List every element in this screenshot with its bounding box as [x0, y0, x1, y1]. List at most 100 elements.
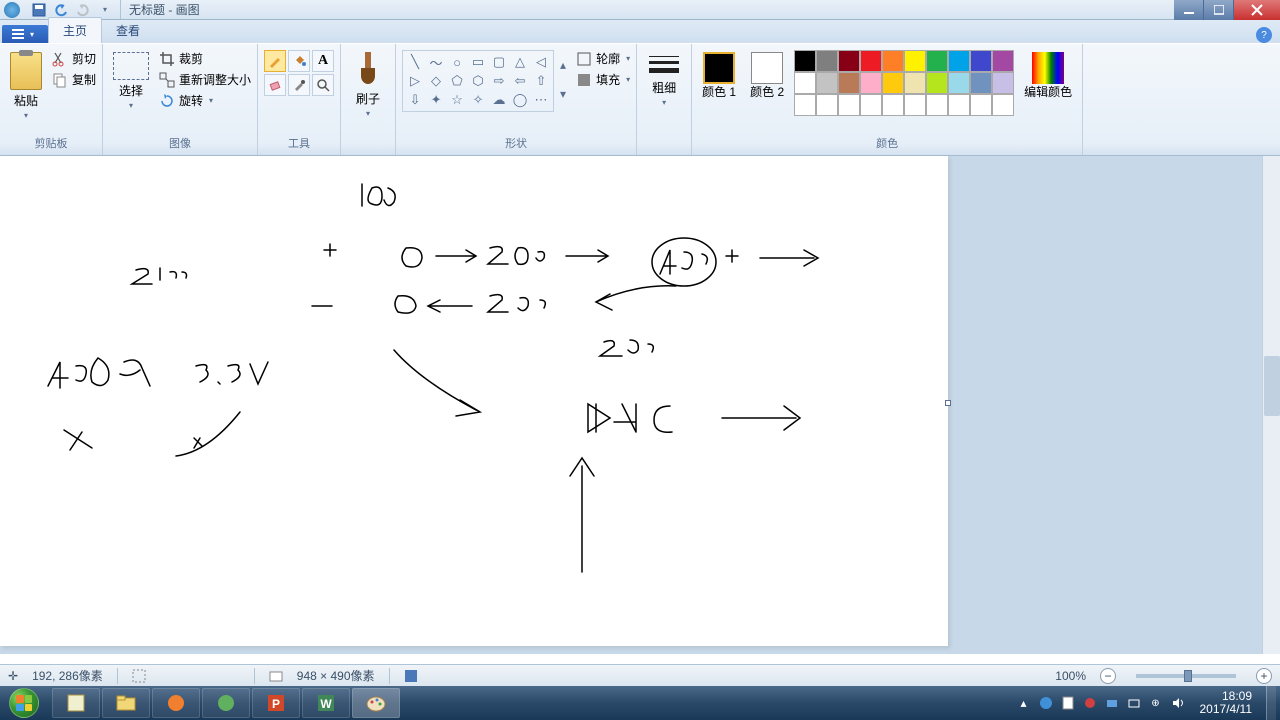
canvas[interactable] — [0, 156, 948, 646]
color-swatch[interactable] — [970, 50, 992, 72]
color-swatch[interactable] — [860, 72, 882, 94]
color-swatch[interactable] — [882, 72, 904, 94]
system-tray: ▴ ⊕ 18:09 2017/4/11 — [1016, 686, 1280, 720]
taskbar-app-explorer[interactable] — [102, 688, 150, 718]
color-swatch[interactable] — [992, 50, 1014, 72]
color-swatch[interactable] — [816, 94, 838, 116]
color-swatch[interactable] — [948, 50, 970, 72]
color-swatch[interactable] — [904, 50, 926, 72]
undo-button[interactable] — [52, 2, 70, 18]
color1-button[interactable]: 颜色 1 — [698, 50, 740, 101]
drawing-content — [0, 156, 948, 646]
crop-button[interactable]: 裁剪 — [159, 50, 251, 67]
color-swatch[interactable] — [904, 72, 926, 94]
taskbar-app-3[interactable] — [152, 688, 200, 718]
color-swatch[interactable] — [794, 72, 816, 94]
color-swatch[interactable] — [838, 94, 860, 116]
eraser-tool[interactable] — [264, 74, 286, 96]
tray-expand-icon[interactable]: ▴ — [1016, 695, 1032, 711]
color-swatch[interactable] — [860, 94, 882, 116]
color-swatch[interactable] — [794, 94, 816, 116]
canvas-handle-right[interactable] — [945, 400, 951, 406]
zoom-in-button[interactable]: + — [1256, 668, 1272, 684]
color-swatch[interactable] — [970, 72, 992, 94]
color-swatch[interactable] — [882, 50, 904, 72]
zoom-slider[interactable] — [1136, 674, 1236, 678]
text-tool[interactable]: A — [312, 50, 334, 72]
shapes-gallery[interactable]: ╲〜○▭▢△◁ ▷◇⬠⬡⇨⇦⇧ ⇩✦☆✧☁◯⋯ — [402, 50, 554, 112]
color-swatch[interactable] — [948, 94, 970, 116]
color-swatch[interactable] — [948, 72, 970, 94]
color-swatch[interactable] — [926, 72, 948, 94]
ribbon: 粘贴 ▾ 剪切 复制 剪贴板 选择 ▾ — [0, 44, 1280, 156]
save-button[interactable] — [30, 2, 48, 18]
brush-button[interactable]: 刷子 ▾ — [347, 50, 389, 120]
redo-button[interactable] — [74, 2, 92, 18]
help-button[interactable]: ? — [1256, 27, 1272, 43]
paste-button[interactable]: 粘贴 ▾ — [6, 50, 46, 122]
picker-tool[interactable] — [288, 74, 310, 96]
cut-button[interactable]: 剪切 — [52, 50, 96, 67]
selection-icon — [132, 669, 146, 683]
color-swatch[interactable] — [926, 94, 948, 116]
taskbar-app-1[interactable] — [52, 688, 100, 718]
tray-icon-3[interactable] — [1082, 695, 1098, 711]
resize-icon — [159, 72, 175, 88]
fill-button[interactable]: 填充▾ — [576, 71, 630, 88]
taskbar-app-powerpoint[interactable]: P — [252, 688, 300, 718]
color-palette — [794, 50, 1014, 116]
resize-button[interactable]: 重新调整大小 — [159, 71, 251, 88]
taskbar-app-4[interactable] — [202, 688, 250, 718]
color-swatch[interactable] — [838, 50, 860, 72]
tray-network-icon[interactable] — [1126, 695, 1142, 711]
color-swatch[interactable] — [926, 50, 948, 72]
color-swatch[interactable] — [860, 50, 882, 72]
tab-view[interactable]: 查看 — [102, 18, 154, 43]
color-swatch[interactable] — [992, 94, 1014, 116]
color-swatch[interactable] — [904, 94, 926, 116]
edit-colors-button[interactable]: 编辑颜色 — [1020, 50, 1076, 101]
close-button[interactable] — [1234, 0, 1280, 20]
color-swatch[interactable] — [816, 50, 838, 72]
tray-action-center-icon[interactable] — [1060, 695, 1076, 711]
canvas-size: 948 × 490像素 — [297, 667, 375, 684]
color-swatch[interactable] — [882, 94, 904, 116]
taskbar-app-6[interactable]: W — [302, 688, 350, 718]
minimize-button[interactable] — [1174, 0, 1204, 20]
color-swatch[interactable] — [838, 72, 860, 94]
image-group-label: 图像 — [109, 133, 251, 155]
rotate-button[interactable]: 旋转 ▾ — [159, 92, 251, 109]
brush-label: 刷子 — [356, 90, 380, 107]
fill-tool[interactable] — [288, 50, 310, 72]
group-clipboard: 粘贴 ▾ 剪切 复制 剪贴板 — [0, 44, 103, 155]
tray-volume-icon[interactable] — [1170, 695, 1186, 711]
tray-ime-icon[interactable]: ⊕ — [1148, 695, 1164, 711]
file-menu[interactable] — [2, 25, 48, 43]
show-desktop-button[interactable] — [1266, 686, 1276, 720]
color2-button[interactable]: 颜色 2 — [746, 50, 788, 101]
start-button[interactable] — [0, 686, 48, 720]
scrollbar-thumb[interactable] — [1264, 356, 1280, 416]
pencil-tool[interactable] — [264, 50, 286, 72]
cursor-position: 192, 286像素 — [32, 667, 103, 684]
taskbar-clock[interactable]: 18:09 2017/4/11 — [1194, 690, 1259, 716]
tray-icon-4[interactable] — [1104, 695, 1120, 711]
tab-home[interactable]: 主页 — [48, 17, 102, 43]
vertical-scrollbar[interactable] — [1262, 156, 1280, 654]
taskbar-app-paint[interactable] — [352, 688, 400, 718]
outline-button[interactable]: 轮廓▾ — [576, 50, 630, 67]
fill-icon — [576, 72, 592, 88]
color-swatch[interactable] — [794, 50, 816, 72]
color-swatch[interactable] — [970, 94, 992, 116]
tray-icon-1[interactable] — [1038, 695, 1054, 711]
color-swatch[interactable] — [816, 72, 838, 94]
qat-dropdown[interactable]: ▾ — [96, 2, 114, 18]
select-button[interactable]: 选择 ▾ — [109, 50, 153, 112]
lineweight-button[interactable]: 粗细 ▾ — [643, 50, 685, 109]
copy-button[interactable]: 复制 — [52, 71, 96, 88]
color-swatch[interactable] — [992, 72, 1014, 94]
zoom-tool[interactable] — [312, 74, 334, 96]
maximize-button[interactable] — [1204, 0, 1234, 20]
eraser-icon — [268, 78, 282, 92]
zoom-out-button[interactable]: − — [1100, 668, 1116, 684]
